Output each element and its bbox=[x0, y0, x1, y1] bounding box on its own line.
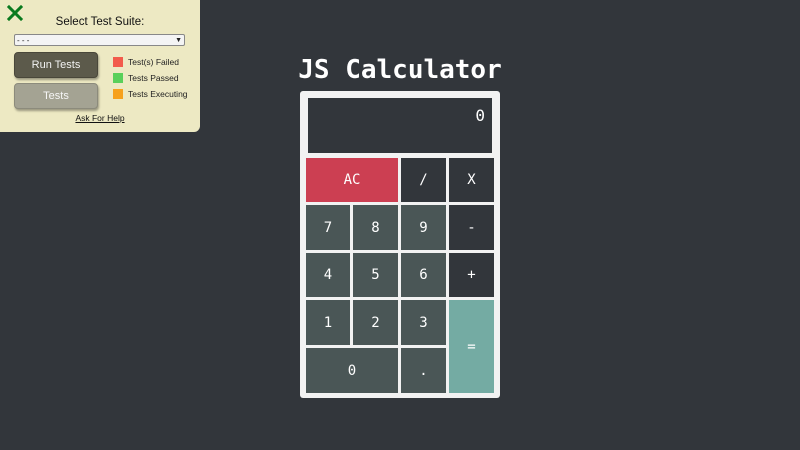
two-button[interactable]: 2 bbox=[353, 300, 398, 345]
legend-label-executing: Tests Executing bbox=[128, 89, 188, 99]
legend-item-executing: Tests Executing bbox=[113, 89, 188, 99]
nine-button[interactable]: 9 bbox=[401, 205, 446, 250]
chevron-down-icon: ▼ bbox=[175, 36, 182, 44]
seven-button[interactable]: 7 bbox=[306, 205, 350, 250]
add-button[interactable]: + bbox=[449, 253, 494, 297]
four-button[interactable]: 4 bbox=[306, 253, 350, 297]
clear-button[interactable]: AC bbox=[306, 158, 398, 202]
one-button[interactable]: 1 bbox=[306, 300, 350, 345]
executing-swatch bbox=[113, 89, 123, 99]
calculator: 0 AC / X 7 8 9 - 4 5 6 + 1 2 3 = 0 . bbox=[300, 91, 500, 398]
subtract-button[interactable]: - bbox=[449, 205, 494, 250]
five-button[interactable]: 5 bbox=[353, 253, 398, 297]
six-button[interactable]: 6 bbox=[401, 253, 446, 297]
multiply-button[interactable]: X bbox=[449, 158, 494, 202]
equals-button[interactable]: = bbox=[449, 300, 494, 393]
test-suite-select-value: - - - bbox=[17, 35, 30, 45]
tests-button[interactable]: Tests bbox=[14, 83, 98, 109]
three-button[interactable]: 3 bbox=[401, 300, 446, 345]
calculator-title: JS Calculator bbox=[298, 55, 502, 85]
select-test-suite-label: Select Test Suite: bbox=[55, 16, 145, 28]
ask-for-help-link[interactable]: Ask For Help bbox=[0, 113, 200, 123]
zero-button[interactable]: 0 bbox=[306, 348, 398, 393]
test-suite-select[interactable]: - - - ▼ bbox=[14, 34, 185, 46]
eight-button[interactable]: 8 bbox=[353, 205, 398, 250]
calculator-display: 0 bbox=[308, 98, 492, 153]
divide-button[interactable]: / bbox=[401, 158, 446, 202]
decimal-button[interactable]: . bbox=[401, 348, 446, 393]
page-title: JS Calculator bbox=[0, 55, 800, 85]
